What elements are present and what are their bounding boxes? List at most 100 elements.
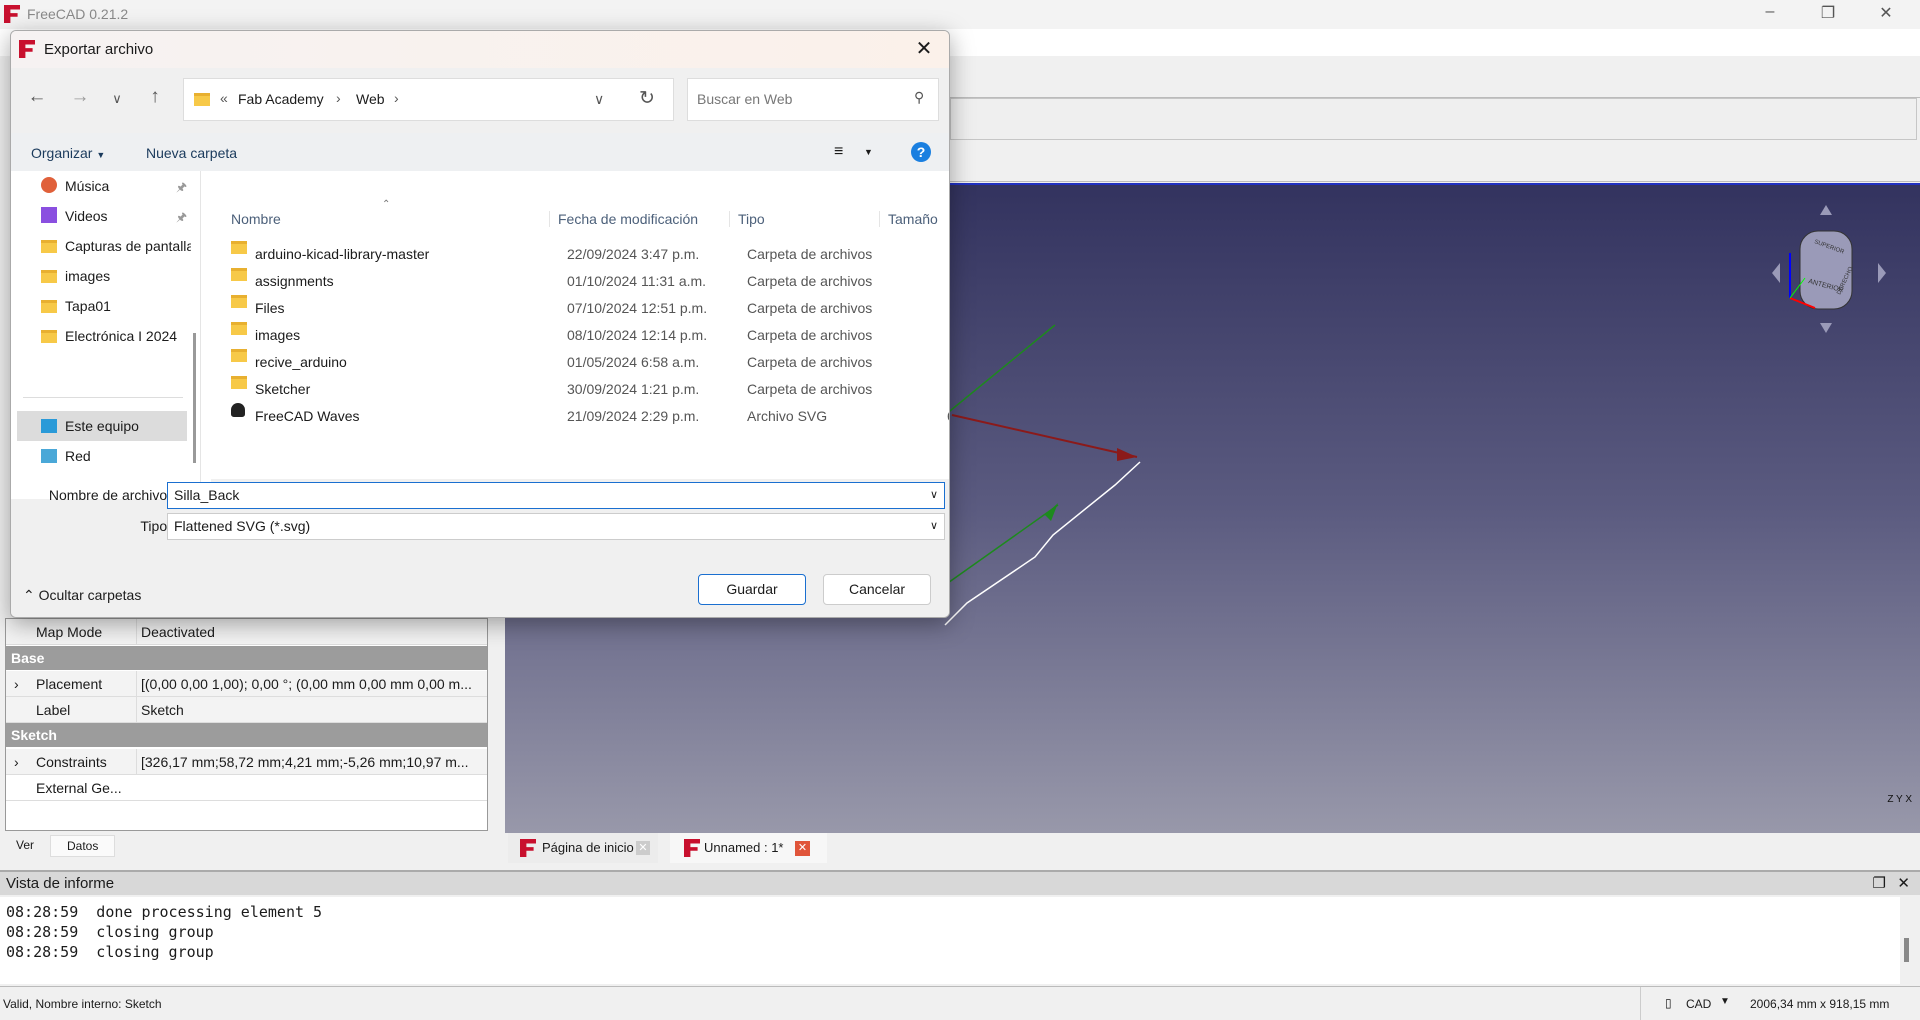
column-header-type[interactable]: Tipo: [729, 211, 765, 227]
address-dropdown-icon[interactable]: ∨: [594, 91, 604, 108]
nav-item-tapa01[interactable]: Tapa01: [41, 293, 191, 319]
hide-folders-toggle[interactable]: ⌃ Ocultar carpetas: [23, 587, 141, 604]
address-bar[interactable]: « Fab Academy › Web › ∨ ↻: [183, 78, 674, 121]
expand-chevron-icon[interactable]: ›: [14, 671, 19, 697]
property-key: External Ge...: [36, 780, 122, 796]
folder-icon: [41, 300, 57, 313]
search-box[interactable]: Buscar en Web ⚲: [687, 78, 939, 121]
property-row-constraints[interactable]: › Constraints [326,17 mm;58,72 mm;4,21 mm;…: [6, 749, 487, 775]
file-type-label: Tipo:: [140, 518, 171, 534]
restore-button[interactable]: ❐: [1808, 3, 1848, 25]
column-header-date[interactable]: Fecha de modificación: [549, 211, 698, 227]
minimize-button[interactable]: –: [1750, 3, 1790, 25]
nav-scrollbar[interactable]: [193, 333, 196, 463]
file-row[interactable]: images 08/10/2024 12:14 p.m. Carpeta de …: [231, 322, 949, 349]
nav-item-screenshots[interactable]: Capturas de pantalla: [41, 233, 191, 259]
dimension-readout[interactable]: 2006,34 mm x 918,15 mm: [1750, 997, 1889, 1011]
close-panel-icon[interactable]: ✕: [1897, 872, 1910, 895]
navigation-cube[interactable]: SUPERIOR ANTERIOR DERECHO: [1770, 203, 1890, 333]
y-axis-line: [944, 504, 1059, 586]
nav-right-arrow-icon: [1878, 263, 1886, 283]
property-row-label[interactable]: Label Sketch: [6, 697, 487, 723]
float-panel-icon[interactable]: ❐: [1873, 872, 1886, 895]
nav-label: Este equipo: [65, 418, 139, 434]
column-header-name[interactable]: Nombre: [231, 211, 281, 227]
file-name: Files: [255, 300, 285, 316]
nav-item-electronica[interactable]: Electrónica I 2024: [41, 323, 191, 349]
navigation-pane: Música 🖈 Videos 🖈 Capturas de pantalla i…: [11, 171, 201, 499]
back-arrow-icon[interactable]: ←: [23, 86, 51, 108]
property-group-sketch: Sketch: [6, 723, 487, 747]
breadcrumb-separator-icon[interactable]: ›: [394, 90, 399, 106]
view-dropdown-icon[interactable]: ▼: [864, 147, 873, 157]
property-row-map-mode[interactable]: Map Mode Deactivated: [6, 619, 487, 645]
nav-item-this-pc[interactable]: Este equipo: [41, 413, 191, 439]
axis-y-label: Y: [1896, 794, 1903, 805]
breadcrumb-fab-academy[interactable]: Fab Academy: [238, 91, 324, 107]
folder-icon: [231, 322, 247, 335]
file-row[interactable]: Files 07/10/2024 12:51 p.m. Carpeta de a…: [231, 295, 949, 322]
file-type: Carpeta de archivos: [747, 273, 873, 289]
file-row[interactable]: FreeCAD Waves 21/09/2024 2:29 p.m. Archi…: [231, 403, 949, 430]
file-type-value: Flattened SVG (*.svg): [174, 518, 311, 534]
property-key: Label: [36, 702, 71, 718]
axis-x-label: X: [1905, 794, 1912, 805]
file-row[interactable]: recive_arduino 01/05/2024 6:58 a.m. Carp…: [231, 349, 949, 376]
freecad-logo-icon: [684, 839, 700, 857]
filename-input[interactable]: Silla_Back ∨: [167, 482, 945, 509]
cancel-button[interactable]: Cancelar: [823, 574, 931, 605]
log-scrollbar[interactable]: [1904, 938, 1909, 962]
navigation-style-selector[interactable]: CAD: [1686, 997, 1711, 1011]
folder-icon: [231, 241, 247, 254]
column-header-size[interactable]: Tamaño: [879, 211, 938, 227]
file-type-dropdown-icon[interactable]: ∨: [930, 514, 938, 539]
nav-label: Red: [65, 448, 91, 464]
export-file-dialog: Exportar archivo ✕ ← → ∨ ↑ « Fab Academy…: [10, 30, 950, 618]
organize-button[interactable]: Organizar ▼: [31, 145, 105, 161]
nav-item-images[interactable]: images: [41, 263, 191, 289]
file-name: recive_arduino: [255, 354, 347, 370]
folder-icon: [231, 295, 247, 308]
dialog-toolbar: Organizar ▼ Nueva carpeta ≡ ▼ ?: [11, 133, 949, 173]
new-folder-button[interactable]: Nueva carpeta: [146, 145, 237, 161]
file-row[interactable]: assignments 01/10/2024 11:31 a.m. Carpet…: [231, 268, 949, 295]
property-row-external-geometry[interactable]: External Ge...: [6, 775, 487, 801]
doc-tab-unnamed[interactable]: Unnamed : 1* ✕: [670, 833, 827, 863]
tab-ver[interactable]: Ver: [8, 835, 42, 855]
expand-chevron-icon[interactable]: ›: [14, 749, 19, 775]
breadcrumb-web[interactable]: Web: [356, 91, 385, 107]
refresh-icon[interactable]: ↻: [639, 87, 655, 110]
forward-arrow-icon[interactable]: →: [66, 86, 94, 108]
music-icon: [41, 177, 57, 193]
view-options-icon[interactable]: ≡: [834, 143, 843, 161]
close-tab-icon[interactable]: ✕: [795, 841, 810, 856]
recent-locations-chevron-icon[interactable]: ∨: [103, 91, 131, 107]
tab-datos[interactable]: Datos: [50, 835, 116, 857]
nav-item-network[interactable]: Red: [41, 443, 191, 469]
file-row[interactable]: arduino-kicad-library-master 22/09/2024 …: [231, 241, 949, 268]
doc-tab-start-page[interactable]: Página de inicio ✕: [508, 833, 658, 863]
file-row[interactable]: Sketcher 30/09/2024 1:21 p.m. Carpeta de…: [231, 376, 949, 403]
dropdown-arrow-icon[interactable]: ▼: [1720, 996, 1730, 1007]
property-row-placement[interactable]: › Placement [(0,00 0,00 1,00); 0,00 °; (0,…: [6, 671, 487, 697]
freecad-logo-icon: [19, 40, 35, 58]
nav-item-music[interactable]: Música: [41, 173, 191, 199]
nav-item-videos[interactable]: Videos: [41, 203, 191, 229]
search-icon: ⚲: [914, 89, 925, 105]
log-line: 08:28:59 closing group: [6, 923, 214, 941]
file-name: arduino-kicad-library-master: [255, 246, 430, 262]
doc-tab-label: Página de inicio: [542, 840, 634, 855]
overflow-chevrons-icon: «: [220, 90, 228, 106]
close-tab-icon[interactable]: ✕: [636, 841, 650, 855]
up-arrow-icon[interactable]: ↑: [141, 86, 169, 108]
save-button[interactable]: Guardar: [698, 574, 806, 605]
dialog-close-button[interactable]: ✕: [909, 35, 939, 63]
filename-dropdown-icon[interactable]: ∨: [930, 483, 938, 508]
file-date: 01/05/2024 6:58 a.m.: [567, 354, 700, 370]
property-value: [326,17 mm;58,72 mm;4,21 mm;-5,26 mm;10,…: [136, 749, 486, 775]
report-log[interactable]: 08:28:59 done processing element 5 08:28:…: [0, 897, 1900, 984]
help-icon[interactable]: ?: [911, 142, 931, 162]
file-date: 21/09/2024 2:29 p.m.: [567, 408, 700, 424]
close-window-button[interactable]: ✕: [1866, 3, 1906, 25]
file-type-select[interactable]: Flattened SVG (*.svg) ∨: [167, 513, 945, 540]
